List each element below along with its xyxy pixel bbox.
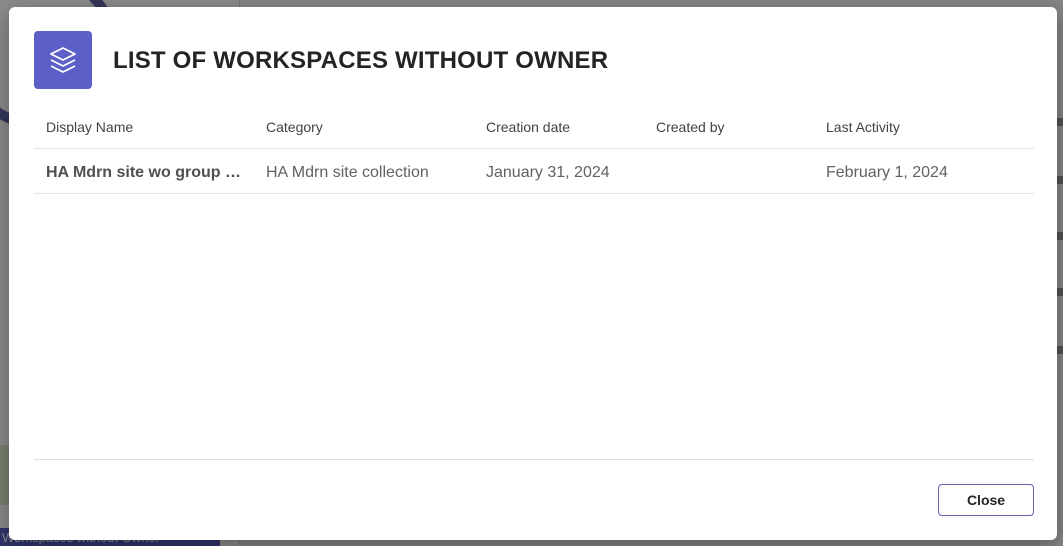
cell-category: HA Mdrn site collection [266, 164, 429, 181]
column-header-last-activity[interactable]: Last Activity [826, 119, 900, 135]
cell-display-name[interactable]: HA Mdrn site wo group o… [46, 164, 246, 182]
table-row[interactable]: HA Mdrn site wo group o… HA Mdrn site co… [34, 149, 1034, 194]
column-header-creation-date[interactable]: Creation date [486, 119, 570, 135]
workspaces-table: Display Name Category Creation date Crea… [34, 105, 1034, 194]
layers-icon [34, 31, 92, 89]
cell-creation-date: January 31, 2024 [486, 164, 610, 181]
table-header: Display Name Category Creation date Crea… [34, 105, 1034, 149]
column-header-category[interactable]: Category [266, 119, 323, 135]
cell-last-activity: February 1, 2024 [826, 164, 948, 181]
column-header-display-name[interactable]: Display Name [46, 119, 133, 135]
close-button[interactable]: Close [938, 484, 1034, 516]
dialog-title: LIST OF WORKSPACES WITHOUT OWNER [113, 47, 609, 74]
workspaces-without-owner-dialog: LIST OF WORKSPACES WITHOUT OWNER Display… [9, 7, 1057, 540]
column-header-created-by[interactable]: Created by [656, 119, 724, 135]
footer-divider [34, 459, 1034, 460]
